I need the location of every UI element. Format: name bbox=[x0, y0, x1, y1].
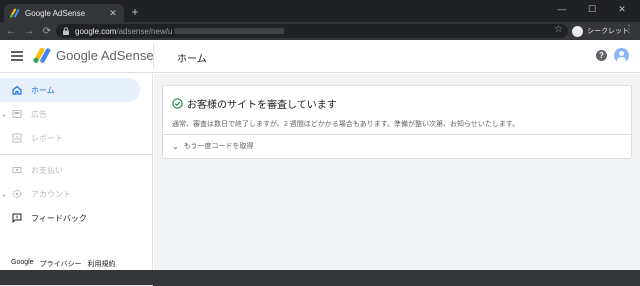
tab-title: Google AdSense bbox=[25, 8, 86, 18]
new-tab-button[interactable]: + bbox=[128, 5, 142, 19]
footer-google: Google bbox=[11, 259, 34, 266]
adsense-favicon-icon bbox=[10, 8, 20, 18]
card-header: お客様のサイトを審査しています bbox=[172, 96, 337, 111]
header-divider bbox=[153, 44, 154, 68]
sidebar-item-label: レポート bbox=[31, 133, 63, 143]
sidebar-item-payments[interactable]: お支払い bbox=[0, 158, 140, 182]
url-host: google.com bbox=[75, 26, 117, 36]
reload-icon[interactable]: ⟳ bbox=[40, 26, 54, 37]
main-content: お客様のサイトを審査しています 通常、審査は数日で終了しますが、2 週間ほどかか… bbox=[154, 74, 640, 270]
card-divider bbox=[163, 134, 631, 135]
account-avatar[interactable] bbox=[614, 48, 629, 63]
sidebar-item-label: ホーム bbox=[31, 85, 55, 95]
sidebar-item-label: お支払い bbox=[31, 165, 63, 175]
help-icon[interactable]: ? bbox=[596, 50, 607, 61]
hamburger-menu-icon[interactable] bbox=[11, 51, 23, 61]
page-title: ホーム bbox=[177, 54, 207, 65]
chevron-down-icon: ⌄ bbox=[172, 141, 179, 151]
account-settings-icon bbox=[11, 189, 22, 200]
lock-icon bbox=[63, 27, 69, 35]
sidebar-divider bbox=[0, 154, 153, 155]
card-title: お客様のサイトを審査しています bbox=[187, 100, 337, 111]
sidebar-item-feedback[interactable]: フィードバック bbox=[0, 206, 140, 230]
get-code-again-expander[interactable]: ⌄ もう一度コードを取得 bbox=[172, 141, 254, 151]
footer-privacy-link[interactable]: プライバシー bbox=[40, 259, 82, 269]
bookmark-star-icon[interactable]: ☆ bbox=[554, 24, 563, 35]
back-icon[interactable]: ← bbox=[4, 26, 18, 37]
sidebar-item-label: フィードバック bbox=[31, 213, 87, 223]
browser-tab[interactable]: Google AdSense ✕ bbox=[4, 4, 124, 22]
ads-icon bbox=[11, 109, 22, 120]
footer-terms-link[interactable]: 利用規約 bbox=[87, 259, 115, 269]
card-body-text: 通常、審査は数日で終了しますが、2 週間ほどかかる場合もあります。準備が整い次第… bbox=[172, 121, 520, 128]
home-icon bbox=[11, 85, 22, 96]
sidebar-item-label: アカウント bbox=[31, 189, 71, 199]
incognito-icon bbox=[572, 25, 583, 37]
url-text: google.com/adsense/new/u bbox=[75, 27, 172, 36]
close-window-button[interactable]: ✕ bbox=[608, 0, 636, 22]
adsense-page: Google AdSense ホーム ? ホーム ▸ 広告 レポート お支払い … bbox=[0, 40, 640, 286]
url-path: /adsense/new/u bbox=[116, 26, 173, 36]
check-circle-icon bbox=[172, 98, 183, 109]
sidebar: ホーム ▸ 広告 レポート お支払い ▸ アカウント フィードバック bbox=[0, 74, 153, 286]
sidebar-item-home[interactable]: ホーム bbox=[0, 78, 140, 102]
payments-icon bbox=[11, 165, 22, 176]
brand-name: Google AdSense bbox=[56, 48, 154, 63]
feedback-icon bbox=[11, 213, 22, 224]
sidebar-item-account[interactable]: アカウント bbox=[0, 182, 140, 206]
sidebar-item-label: 広告 bbox=[31, 109, 47, 119]
minimize-button[interactable]: — bbox=[548, 0, 576, 22]
forward-icon[interactable]: → bbox=[22, 26, 36, 37]
sidebar-footer: Google プライバシー 利用規約 bbox=[11, 259, 115, 269]
app-header: Google AdSense ホーム ? bbox=[0, 40, 640, 73]
adsense-logo-icon bbox=[33, 47, 51, 63]
browser-tab-strip: Google AdSense ✕ + — ☐ ✕ bbox=[0, 0, 640, 22]
reports-icon bbox=[11, 133, 22, 144]
incognito-indicator[interactable]: シークレット bbox=[572, 24, 629, 38]
expander-label: もう一度コードを取得 bbox=[183, 143, 254, 150]
sidebar-item-reports[interactable]: レポート bbox=[0, 126, 140, 150]
incognito-label: シークレット bbox=[587, 28, 629, 35]
url-redacted bbox=[174, 28, 285, 34]
maximize-button[interactable]: ☐ bbox=[578, 0, 606, 22]
sidebar-item-ads[interactable]: 広告 bbox=[0, 102, 140, 126]
site-review-card: お客様のサイトを審査しています 通常、審査は数日で終了しますが、2 週間ほどかか… bbox=[162, 85, 632, 159]
address-bar[interactable]: google.com/adsense/new/u bbox=[56, 24, 568, 38]
tab-close-icon[interactable]: ✕ bbox=[108, 8, 118, 19]
browser-menu-icon[interactable]: ⋮ bbox=[624, 24, 634, 35]
